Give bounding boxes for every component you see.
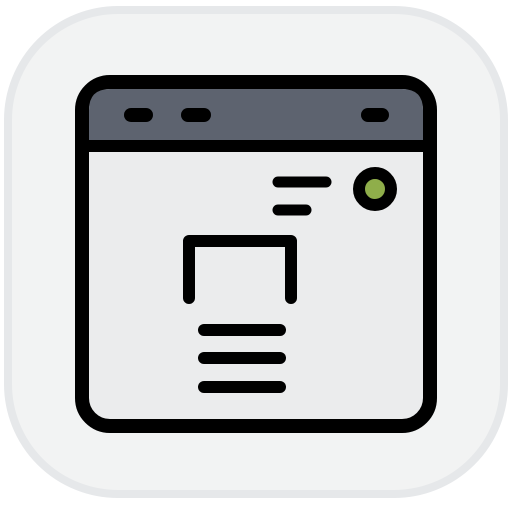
browser-window-layout-icon (4, 6, 508, 498)
status-dot-icon (353, 167, 397, 211)
app-icon-tile (0, 0, 512, 512)
